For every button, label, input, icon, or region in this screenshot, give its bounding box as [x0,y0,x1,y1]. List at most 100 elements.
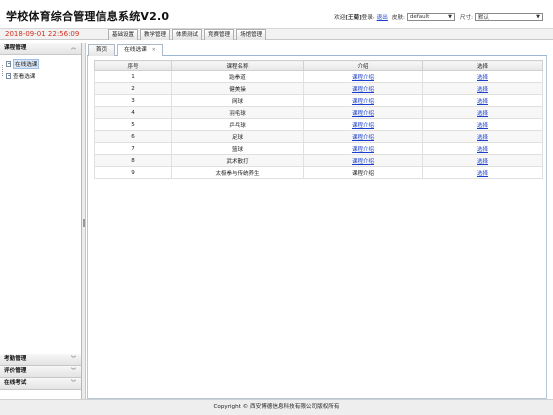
table-cell: 网球 [171,94,304,107]
document-icon [6,72,11,79]
sidebar-section-title: 课程管理 [4,45,27,51]
table-cell: 健美操 [171,82,304,95]
table-cell: 课程介绍 [303,94,423,107]
main-content: 序号 课程名称 介绍 选择 1 跆拳道 课程介绍 选择 2 健美操 课程介绍 选择 3 网球 课程介… [87,56,547,399]
menu-item-fitness-test[interactable]: 体质测试 [172,29,203,40]
size-select[interactable]: 默认 ▼ [475,13,543,21]
select-course-link[interactable]: 选择 [477,135,488,141]
course-intro-link[interactable]: 课程介绍 [352,159,374,165]
cell-course-name: 网球 [231,98,243,105]
select-course-link[interactable]: 选择 [477,87,488,93]
cell-no: 2 [131,85,135,92]
menu-item-competition[interactable]: 竞赛管理 [204,29,235,40]
chevron-down-double-icon[interactable]: ︾ [71,366,76,377]
menu-item-venue[interactable]: 场馆管理 [236,29,267,40]
course-intro-link[interactable]: 课程介绍 [352,135,374,141]
column-header-no[interactable]: 序号 [94,60,172,71]
table-cell: 课程介绍 [303,130,423,143]
user-bar: 欢迎 [王菊] 登录, 退出 皮肤: default ▼ 尺寸: 默认 ▼ [334,13,543,21]
select-course-link[interactable]: 选择 [477,147,488,153]
course-intro-link[interactable]: 课程介绍 [352,111,374,117]
select-course-link[interactable]: 选择 [477,171,488,177]
table-cell: 3 [94,94,172,107]
skin-label: 皮肤: [391,15,405,21]
skin-select-value: default [409,14,430,20]
table-cell: 课程介绍 [303,70,423,83]
select-course-link[interactable]: 选择 [477,111,488,117]
tab-home[interactable]: 首页 [88,44,115,56]
table-cell: 篮球 [171,142,304,155]
table-cell: 乒乓球 [171,118,304,131]
tab-label: 在线选课 [124,47,147,53]
sidebar-section-online-exam[interactable]: 在线考试 ︾ [0,378,81,390]
table-cell: 1 [94,70,172,83]
select-course-link[interactable]: 选择 [477,75,488,81]
chevron-down-double-icon[interactable]: ︾ [71,378,76,389]
sidebar-item-online-course-selection[interactable]: 在线选课 [6,58,40,69]
cell-course-name: 跆拳道 [229,74,246,81]
copyright-text: Copyright © 西安博德信息科技有限公司版权所有 [213,404,340,410]
sidebar: 课程管理 ︽ 在线选课 查看选课 考勤管理 ︾ 评价管理 ︾ 在线考试 ︾ [0,43,82,399]
table-cell: 选择 [422,118,543,131]
sidebar-section-course[interactable]: 课程管理 ︽ [0,43,81,55]
table-cell: 课程介绍 [303,118,423,131]
cell-no: 9 [131,169,135,176]
sidebar-section-attendance[interactable]: 考勤管理 ︾ [0,354,81,366]
logout-link[interactable]: 退出 [377,13,388,21]
cell-course-name: 太极拳与传统养生 [215,170,260,177]
column-header-course-name[interactable]: 课程名称 [171,60,304,71]
menu-item-teaching[interactable]: 教学管理 [140,29,171,40]
table-cell: 课程介绍 [303,142,423,155]
select-course-link[interactable]: 选择 [477,123,488,129]
course-intro-link[interactable]: 课程介绍 [352,87,374,93]
table-row: 7 篮球 课程介绍 选择 [94,142,543,155]
cell-no: 7 [131,145,135,152]
table-row: 1 跆拳道 课程介绍 选择 [94,70,543,83]
sidebar-section-title: 在线考试 [4,380,27,386]
cell-course-name: 武术散打 [226,158,249,165]
table-row: 4 羽毛球 课程介绍 选择 [94,106,543,119]
course-intro-link[interactable]: 课程介绍 [352,147,374,153]
close-icon[interactable]: × [152,47,156,53]
table-row: 3 网球 课程介绍 选择 [94,94,543,107]
skin-select[interactable]: default ▼ [406,13,455,21]
table-cell: 课程介绍 [303,166,423,179]
sidebar-section-title: 考勤管理 [4,356,27,362]
table-cell: 课程介绍 [303,154,423,167]
document-icon [6,60,11,67]
cell-course-name: 羽毛球 [229,110,246,117]
course-intro-link[interactable]: 课程介绍 [352,123,374,129]
cell-course-name: 足球 [231,134,243,141]
tab-bar: 首页 在线选课 × [87,43,547,57]
table-cell: 课程介绍 [303,106,423,119]
course-intro-link[interactable]: 课程介绍 [352,99,374,105]
chevron-up-double-icon[interactable]: ︽ [71,43,76,54]
table-cell: 选择 [422,70,543,83]
table-row: 6 足球 课程介绍 选择 [94,130,543,143]
select-course-link[interactable]: 选择 [477,99,488,105]
chevron-down-icon: ▼ [448,14,452,20]
table-cell: 选择 [422,82,543,95]
splitter-grip[interactable] [83,219,85,227]
column-header-intro[interactable]: 介绍 [303,60,423,71]
app-header: 学校体育综合管理信息系统V2.0 欢迎 [王菊] 登录, 退出 皮肤: defa… [0,0,553,28]
table-cell: 课程介绍 [303,82,423,95]
panel-splitter[interactable] [82,43,86,399]
table-cell: 2 [94,82,172,95]
sidebar-section-evaluation[interactable]: 评价管理 ︾ [0,366,81,378]
course-intro-link[interactable]: 课程介绍 [352,75,374,81]
select-course-link[interactable]: 选择 [477,159,488,165]
table-cell: 7 [94,142,172,155]
cell-no: 6 [131,133,135,140]
cell-course-name: 篮球 [231,146,243,153]
table-cell: 选择 [422,130,543,143]
table-row: 9 太极拳与传统养生 课程介绍 选择 [94,166,543,179]
sidebar-item-label: 查看选课 [13,73,36,80]
menu-item-basic-settings[interactable]: 基础设置 [108,29,139,40]
table-cell: 武术散打 [171,154,304,167]
column-header-select[interactable]: 选择 [422,60,543,71]
table-cell: 选择 [422,94,543,107]
username: [王菊] [345,15,362,21]
chevron-down-double-icon[interactable]: ︾ [71,354,76,365]
sidebar-item-view-course-selection[interactable]: 查看选课 [6,71,35,80]
